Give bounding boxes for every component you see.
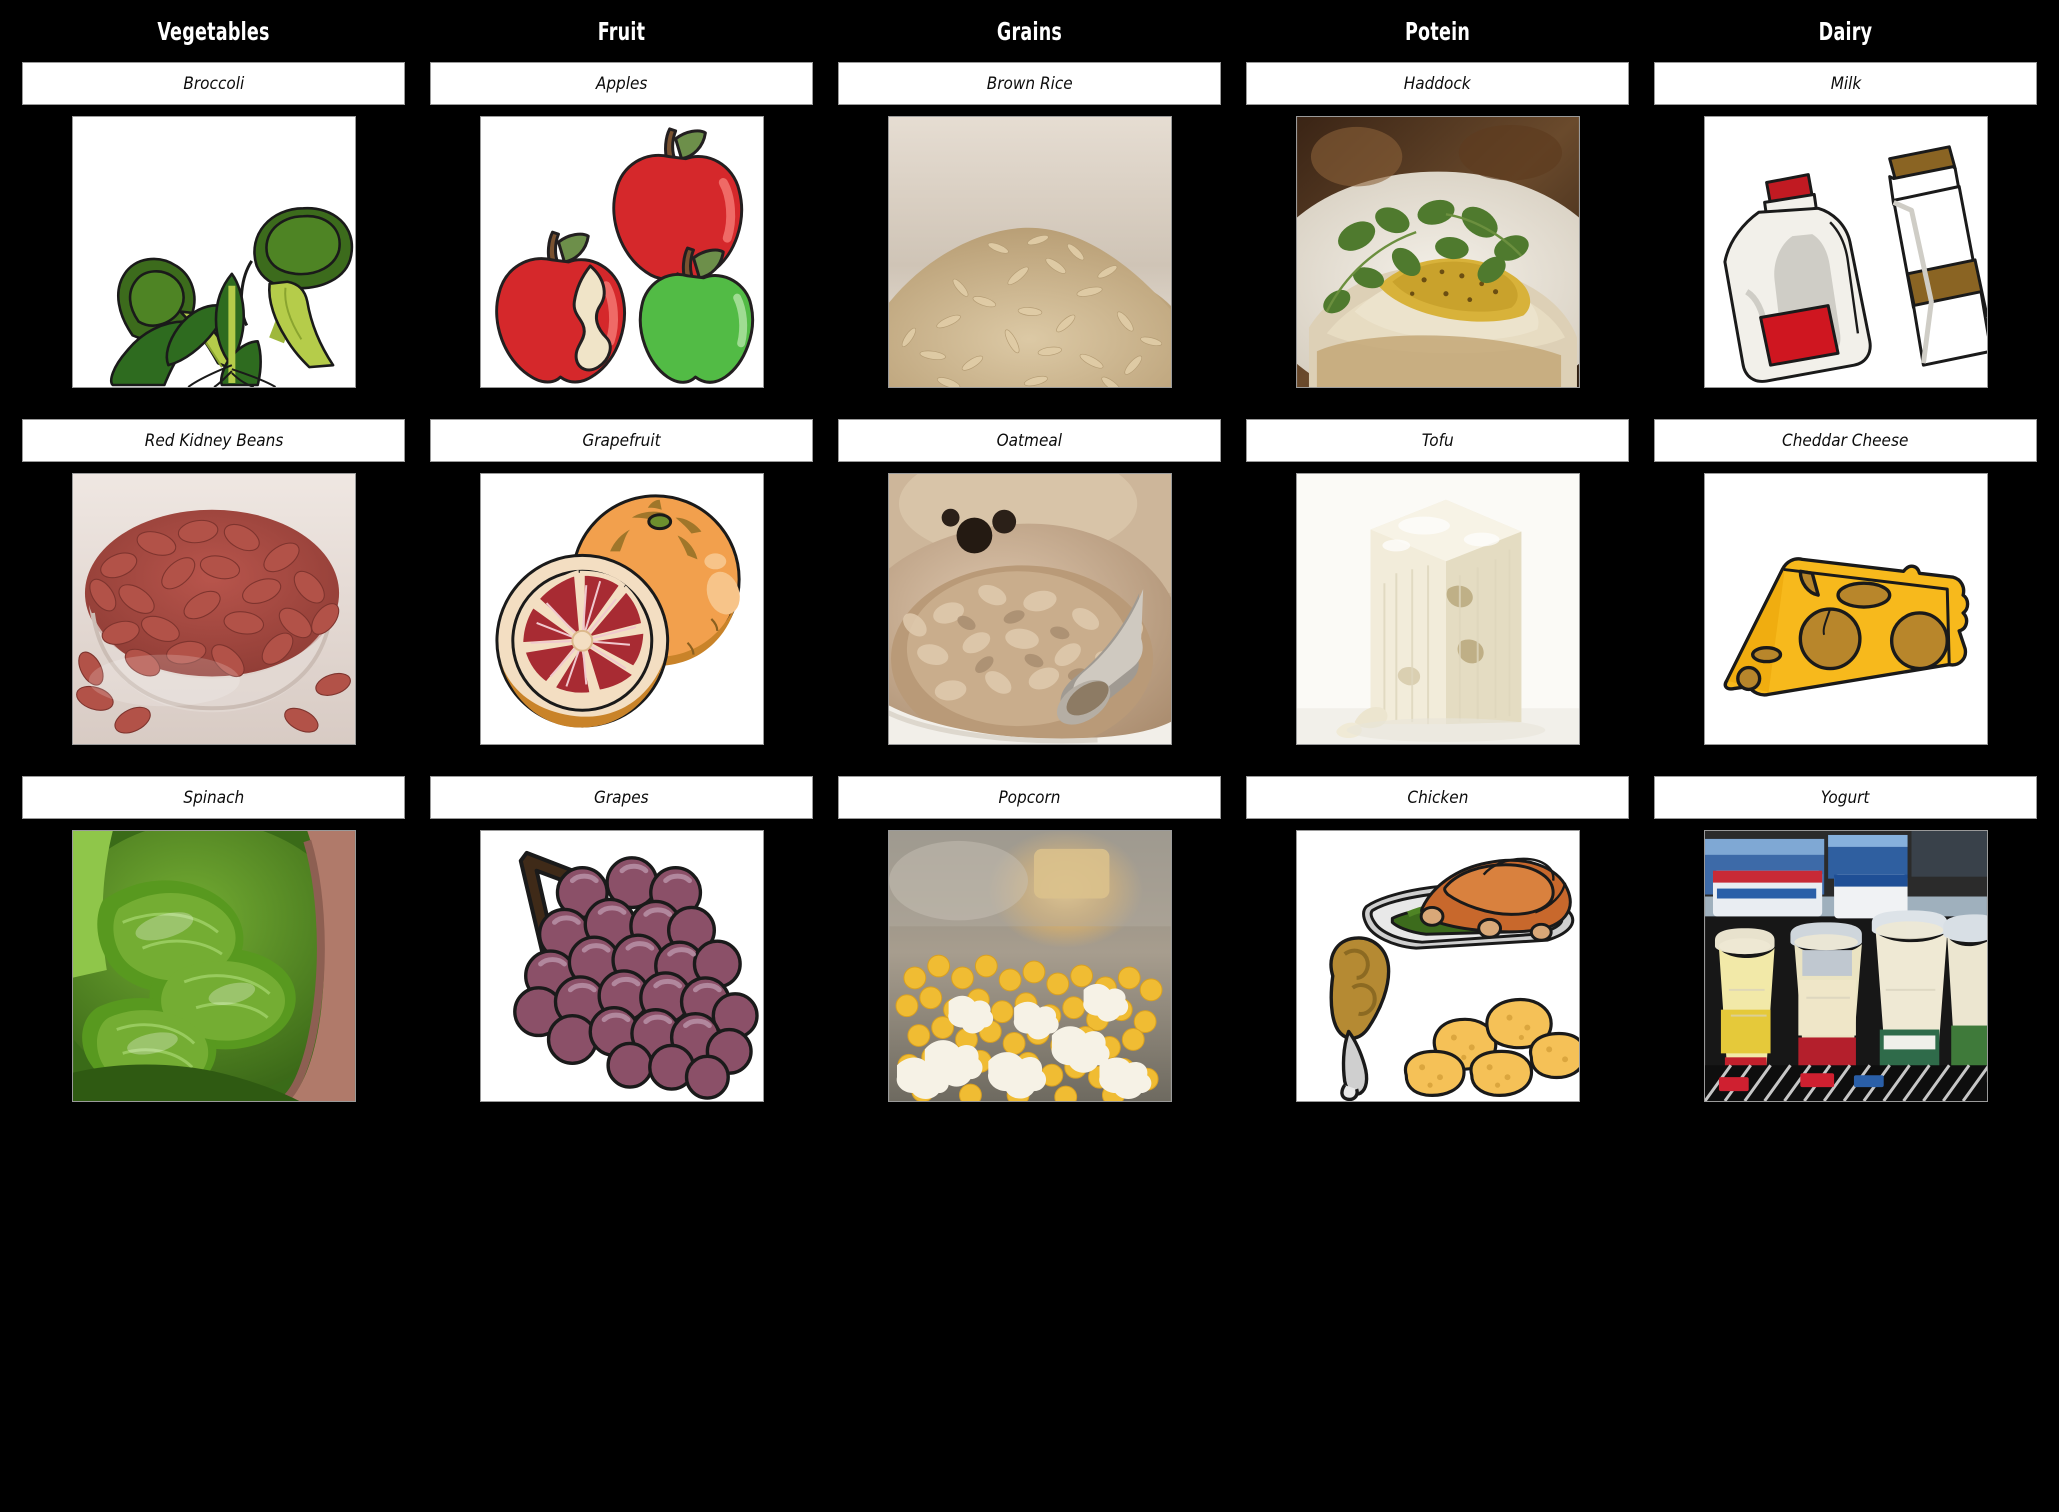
caption-bar: Popcorn [838, 776, 1221, 819]
column-header-protein: Potein [1404, 16, 1471, 46]
art-frame-broccoli[interactable] [71, 116, 356, 388]
cell-chicken[interactable]: Chicken [1246, 776, 1629, 1106]
cell-cheddar-cheese[interactable]: Cheddar Cheese [1654, 419, 2037, 749]
column-headers: Vegetables Fruit Grains Potein Dairy [0, 0, 2059, 62]
caption-bar: Brown Rice [838, 62, 1221, 105]
art-frame-grapes[interactable] [479, 830, 764, 1102]
popcorn-photo [888, 831, 1171, 1101]
caption-text: Yogurt [1821, 787, 1870, 808]
cell-tofu[interactable]: Tofu [1246, 419, 1629, 749]
cell-popcorn[interactable]: Popcorn [838, 776, 1221, 1106]
caption-text: Apples [595, 73, 648, 94]
caption-bar: Tofu [1246, 419, 1629, 462]
oatmeal-photo [888, 474, 1171, 744]
caption-bar: Broccoli [22, 62, 405, 105]
spinach-photo [72, 831, 355, 1101]
cell-apples[interactable]: Apples [430, 62, 813, 392]
grapefruit-icon [494, 494, 741, 728]
apples-icon [494, 127, 754, 384]
milk-icon [1722, 145, 1987, 383]
caption-bar: Grapes [430, 776, 813, 819]
art-frame-brown-rice[interactable] [887, 116, 1172, 388]
art-frame-popcorn[interactable] [887, 830, 1172, 1102]
column-header-fruit: Fruit [597, 16, 646, 46]
cheese-icon [1723, 557, 1969, 697]
broccoli-icon [109, 207, 353, 387]
column-header-vegetables: Vegetables [157, 16, 270, 46]
caption-text: Milk [1830, 73, 1861, 94]
caption-bar: Spinach [22, 776, 405, 819]
column-header-dairy: Dairy [1818, 16, 1873, 46]
caption-bar: Chicken [1246, 776, 1629, 819]
caption-text: Broccoli [183, 73, 244, 94]
storyboard: Vegetables Fruit Grains Potein Dairy Bro… [0, 0, 2059, 1512]
brown-rice-photo [888, 117, 1171, 387]
grapes-icon [512, 850, 759, 1100]
kidney-beans-photo [72, 474, 355, 744]
caption-text: Tofu [1421, 430, 1454, 451]
art-frame-grapefruit[interactable] [479, 473, 764, 745]
column-header-grains: Grains [996, 16, 1063, 46]
art-frame-haddock[interactable] [1295, 116, 1580, 388]
caption-text: Oatmeal [996, 430, 1063, 451]
art-frame-cheese[interactable] [1703, 473, 1988, 745]
art-frame-apples[interactable] [479, 116, 764, 388]
cell-yogurt[interactable]: Yogurt [1654, 776, 2037, 1106]
caption-text: Chicken [1406, 787, 1469, 808]
art-frame-oatmeal[interactable] [887, 473, 1172, 745]
yogurt-photo [1704, 831, 1987, 1101]
caption-bar: Apples [430, 62, 813, 105]
art-frame-milk[interactable] [1703, 116, 1988, 388]
cell-oatmeal[interactable]: Oatmeal [838, 419, 1221, 749]
caption-bar: Cheddar Cheese [1654, 419, 2037, 462]
caption-bar: Red Kidney Beans [22, 419, 405, 462]
cell-grapes[interactable]: Grapes [430, 776, 813, 1106]
caption-text: Cheddar Cheese [1782, 430, 1909, 451]
caption-bar: Yogurt [1654, 776, 2037, 819]
cell-grapefruit[interactable]: Grapefruit [430, 419, 813, 749]
cell-broccoli[interactable]: Broccoli [22, 62, 405, 392]
storyboard-grid: Broccoli Apples Brown Rice Haddock Milk … [0, 62, 2059, 1106]
art-frame-tofu[interactable] [1295, 473, 1580, 745]
caption-bar: Grapefruit [430, 419, 813, 462]
tofu-photo [1296, 474, 1579, 744]
caption-bar: Milk [1654, 62, 2037, 105]
caption-text: Popcorn [998, 787, 1061, 808]
haddock-photo [1296, 117, 1579, 387]
cell-spinach[interactable]: Spinach [22, 776, 405, 1106]
cell-milk[interactable]: Milk [1654, 62, 2037, 392]
caption-text: Brown Rice [986, 73, 1073, 94]
art-frame-kidney-beans[interactable] [71, 473, 356, 745]
chicken-icon [1328, 857, 1579, 1101]
art-frame-yogurt[interactable] [1703, 830, 1988, 1102]
caption-text: Grapefruit [582, 430, 661, 451]
cell-haddock[interactable]: Haddock [1246, 62, 1629, 392]
caption-bar: Oatmeal [838, 419, 1221, 462]
art-frame-spinach[interactable] [71, 830, 356, 1102]
caption-bar: Haddock [1246, 62, 1629, 105]
cell-red-kidney-beans[interactable]: Red Kidney Beans [22, 419, 405, 749]
art-frame-chicken[interactable] [1295, 830, 1580, 1102]
caption-text: Haddock [1404, 73, 1471, 94]
caption-text: Red Kidney Beans [144, 430, 283, 451]
caption-text: Spinach [183, 787, 244, 808]
caption-text: Grapes [594, 787, 649, 808]
cell-brown-rice[interactable]: Brown Rice [838, 62, 1221, 392]
